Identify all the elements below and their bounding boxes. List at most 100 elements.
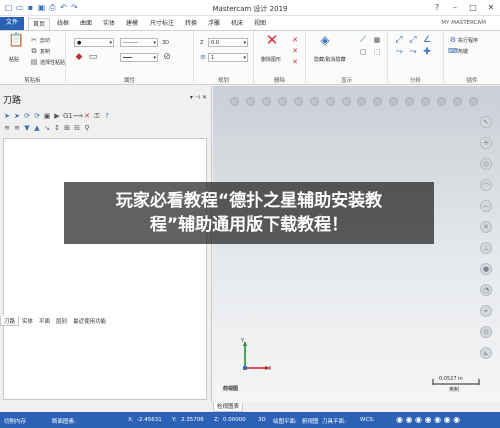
move-up-icon[interactable]: ▲ [33, 124, 41, 132]
tab-solids[interactable]: 实体 [99, 18, 119, 30]
snap-perp-icon[interactable]: ⊾ [480, 347, 492, 359]
panel-tab-levels[interactable]: 层别 [53, 316, 70, 326]
scroll-icon[interactable]: ↕ [53, 124, 61, 132]
blank-icon[interactable]: ⟋ [358, 35, 368, 45]
move-down-icon[interactable]: ▼ [23, 124, 31, 132]
status-section[interactable]: 切削内存 [4, 417, 26, 425]
analyze-angle-icon[interactable]: ∠ [422, 35, 432, 45]
select-all-icon[interactable]: ➤ [3, 112, 11, 120]
level-input[interactable]: 1 ▾ [208, 53, 248, 62]
tab-machine[interactable]: 机床 [227, 18, 247, 30]
line-color-icon[interactable]: ▭ [88, 52, 98, 62]
toggle-posting-icon[interactable]: ≋ [13, 124, 21, 132]
post-icon[interactable]: G1 [63, 112, 73, 120]
panel-tab-solids[interactable]: 实体 [19, 316, 36, 326]
cut-icon[interactable]: ✂ [29, 35, 39, 45]
status-mode[interactable]: 3D [258, 417, 266, 423]
minimize-button[interactable]: – [446, 1, 464, 14]
analyze-chain-icon[interactable]: ⤳ [394, 47, 404, 57]
undelete-icon[interactable]: ✕ [290, 46, 300, 56]
close-button[interactable]: ✕ [482, 1, 500, 14]
vp-tool-icon[interactable] [373, 96, 383, 106]
tab-surfaces[interactable]: 曲面 [76, 18, 96, 30]
status-cplane-value[interactable]: 俯视图 [302, 417, 319, 425]
lock-icon[interactable]: ⚿ [93, 112, 101, 120]
hide-unhide-label[interactable]: 隐藏/取消隐藏 [314, 56, 346, 63]
select-failed-icon[interactable]: ➤ [13, 112, 21, 120]
vp-tool-icon[interactable] [325, 96, 335, 106]
paste-special-icon[interactable]: ▤ [29, 57, 39, 67]
delete-duplicates-icon[interactable]: ✕ [290, 35, 300, 45]
three-d-toggle[interactable]: 3D [162, 40, 169, 46]
snap-center-icon[interactable]: ◎ [480, 158, 492, 170]
viewport-tab-viewsheet[interactable]: 检视图表 [213, 403, 244, 412]
vp-tool-icon[interactable] [468, 96, 478, 106]
snap-intersect-icon[interactable]: ✕ [480, 221, 492, 233]
expand-icon[interactable]: ⊞ [63, 124, 71, 132]
shading-icon[interactable]: ▦ [372, 35, 382, 45]
tab-drafting[interactable]: 尺寸标注 [146, 18, 178, 30]
panel-tab-recent[interactable]: 最近使用功能 [70, 316, 109, 326]
snap-quadrant-icon[interactable]: ◔ [480, 284, 492, 296]
paste-label[interactable]: 粘贴 [9, 56, 19, 63]
vp-tool-icon[interactable] [357, 96, 367, 106]
panel-controls[interactable]: ▾ ⊣ ✕ [190, 94, 207, 101]
snap-point-icon[interactable]: ● [480, 263, 492, 275]
vp-tool-icon[interactable] [436, 96, 446, 106]
delete-entities-icon[interactable]: ✕ [264, 33, 280, 51]
vp-tool-icon[interactable] [420, 96, 430, 106]
insert-arrow-icon[interactable]: ↘ [43, 124, 51, 132]
fit-icon[interactable]: ⬚ [372, 47, 382, 57]
cut-label[interactable]: 剪切 [40, 37, 50, 44]
highfeed-icon[interactable]: ⟿ [73, 112, 83, 120]
maximize-button[interactable]: □ [464, 1, 482, 14]
vp-tool-icon[interactable] [309, 96, 319, 106]
panel-tab-planes[interactable]: 平面 [36, 316, 53, 326]
help-icon[interactable]: ? [428, 1, 446, 14]
copy-label[interactable]: 复制 [40, 48, 50, 55]
copy-icon[interactable]: ⧉ [29, 46, 39, 56]
snap-nearest-icon[interactable]: ⌖ [480, 305, 492, 317]
globe-icon[interactable]: ◉ ◉ ◉ ◉ ◉ ◉ ◉ [396, 415, 460, 424]
backplot-icon[interactable]: ▶ [53, 112, 61, 120]
vp-tool-icon[interactable] [293, 96, 303, 106]
snap-tangent-icon[interactable]: ⊙ [480, 326, 492, 338]
vp-tool-icon[interactable] [341, 96, 351, 106]
hide-unhide-icon[interactable]: ◈ [318, 34, 332, 49]
snap-arc-icon[interactable]: ◠ [480, 179, 492, 191]
help-panel-icon[interactable]: ? [103, 112, 111, 120]
vp-tool-icon[interactable] [278, 96, 288, 106]
analyze-position-icon[interactable]: ✚ [422, 47, 432, 57]
hotkeys-label[interactable]: 热键 [458, 48, 468, 55]
tab-home[interactable]: 首页 [28, 18, 50, 30]
color-fill-icon[interactable]: ◆ [74, 52, 84, 62]
collapse-icon[interactable]: ⊟ [73, 124, 81, 132]
tab-relief[interactable]: 浮雕 [204, 18, 224, 30]
line-width-combo[interactable]: ━━━ ▾ [120, 53, 158, 62]
snap-midpoint-icon[interactable]: ⊥ [480, 242, 492, 254]
regenerate-icon[interactable]: ⟳ [23, 112, 31, 120]
tab-view[interactable]: 视图 [250, 18, 270, 30]
analyze-contour-icon[interactable]: ⤳ [408, 47, 418, 57]
regenerate-dirty-icon[interactable]: ⟳ [33, 112, 41, 120]
toolpath-tree[interactable] [3, 138, 207, 400]
analyze-distance-icon[interactable]: ⤢ [408, 35, 418, 45]
my-mastercam-link[interactable]: MY MASTERCAM [441, 20, 486, 26]
toggle-display-icon[interactable]: ≋ [3, 124, 11, 132]
hotkeys-icon[interactable]: ⌨ [448, 46, 458, 56]
vp-tool-icon[interactable] [230, 96, 240, 106]
wireframe-icon[interactable]: ▢ [358, 47, 368, 57]
clear-colors-icon[interactable]: ⊘ [162, 52, 172, 62]
snap-endpoint-icon[interactable]: ⤚ [480, 200, 492, 212]
delete-ops-icon[interactable]: ✕ [83, 112, 91, 120]
paste-icon[interactable]: 📋 [8, 34, 24, 52]
filter-icon[interactable]: ⚲ [83, 124, 91, 132]
snap-icon[interactable]: ✛ [480, 137, 492, 149]
undelete-single-icon[interactable]: ✕ [290, 57, 300, 67]
delete-entities-label[interactable]: 删除图形 [261, 56, 281, 63]
vp-tool-icon[interactable] [405, 96, 415, 106]
tab-transform[interactable]: 转换 [181, 18, 201, 30]
point-style-combo[interactable]: ● ▾ [74, 38, 114, 47]
graphics-viewport[interactable]: ↖ ✛ ◎ ◠ ⤚ ✕ ⊥ ● ◔ ⌖ ⊙ ⊾ Y X 前视图 0.0527 i… [213, 86, 500, 402]
select-arrow-icon[interactable]: ↖ [480, 116, 492, 128]
